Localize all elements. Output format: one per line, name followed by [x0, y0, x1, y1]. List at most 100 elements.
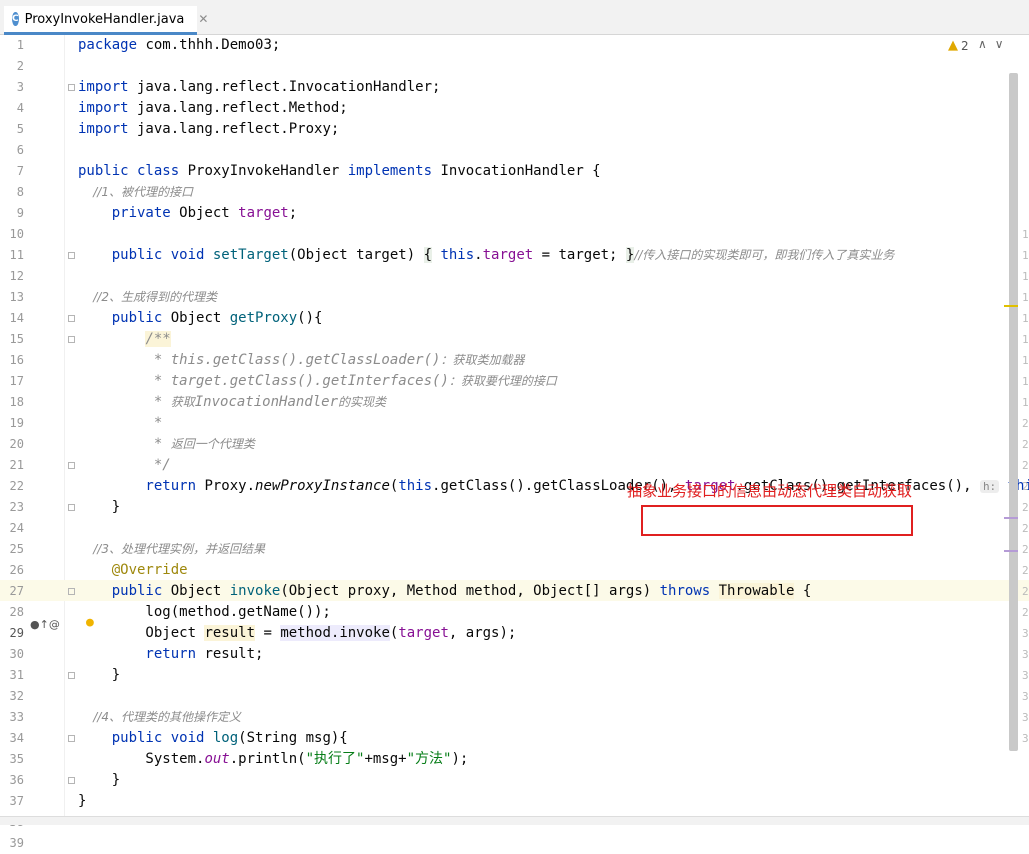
line-number: 32 [9, 689, 24, 703]
right-gutter-number: 2 [1022, 606, 1029, 619]
right-gutter-number: 2 [1022, 585, 1029, 598]
chevron-up-icon[interactable]: ∧ [978, 37, 995, 51]
code-line-18: * this.getClass().getClassLoader()：获取类加载… [78, 352, 525, 368]
line-number: 23 [9, 500, 24, 514]
line-number: 13 [9, 290, 24, 304]
right-gutter-number: 1 [1022, 333, 1029, 346]
right-gutter-number: 3 [1022, 711, 1029, 724]
fold-marker-icon[interactable] [68, 777, 75, 784]
line-number: 15 [9, 332, 24, 346]
warnings-indicator[interactable]: ▲ 2 [948, 38, 969, 53]
line-number: 9 [16, 206, 24, 220]
fold-marker-icon[interactable] [68, 336, 75, 343]
fold-marker-icon[interactable] [68, 735, 75, 742]
code-editor[interactable]: 1 2 3 4 5 6 7 8 9 10 11 12 13 14 15 16 17 18 19 20 21 22 23 24 2… [0, 35, 1029, 850]
right-gutter-number: 3 [1022, 648, 1029, 661]
line-number: 17 [9, 374, 24, 388]
line-number: 39 [9, 836, 24, 850]
chevron-down-icon[interactable]: ∨ [995, 37, 1012, 51]
line-number: 28 [9, 605, 24, 619]
code-line-25: } [78, 499, 121, 515]
code-line-30: log(method.getName()); [78, 604, 331, 620]
code-line-9: private Object target; [78, 205, 298, 221]
code-line-31: Object result = method.invoke(target, ar… [78, 625, 517, 641]
line-number: 11 [9, 248, 24, 262]
annotation-callout: 抽象业务接口的信息由动态代理类自动获取 [627, 482, 913, 500]
code-line-5: import java.lang.reflect.Proxy; [78, 121, 340, 137]
right-gutter-number: 3 [1022, 732, 1029, 745]
right-gutter-number: 2 [1022, 459, 1029, 472]
line-number: 35 [9, 752, 24, 766]
line-number: 22 [9, 479, 24, 493]
line-number: 37 [9, 794, 24, 808]
fold-marker-icon[interactable] [68, 462, 75, 469]
right-gutter-number: 2 [1022, 543, 1029, 556]
vertical-scrollbar[interactable] [1009, 73, 1018, 751]
code-line-8: //1、被代理的接口 [78, 185, 193, 199]
line-number: 16 [9, 353, 24, 367]
warning-stripe[interactable] [1004, 305, 1018, 307]
gutter-separator [64, 35, 65, 824]
code-line-15: //2、生成得到的代理类 [78, 290, 217, 304]
line-number: 33 [9, 710, 24, 724]
line-number: 31 [9, 668, 24, 682]
tab-proxyinvokehandler[interactable]: C ProxyInvokeHandler.java ✕ [4, 6, 208, 35]
line-number: 36 [9, 773, 24, 787]
close-icon[interactable]: ✕ [198, 12, 208, 26]
right-gutter-number: 2 [1022, 501, 1029, 514]
fold-marker-icon[interactable] [68, 504, 75, 511]
right-gutter-number: 1 [1022, 375, 1029, 388]
code-line-20: * 获取InvocationHandler的实现类 [78, 394, 387, 410]
code-line-35: //4、代理类的其他操作定义 [78, 710, 241, 724]
warning-icon: ▲ [948, 38, 958, 53]
code-line-28: @Override [78, 562, 188, 578]
code-line-39: } [78, 793, 87, 809]
java-class-icon: C [12, 12, 19, 26]
right-gutter-number: 1 [1022, 312, 1029, 325]
right-gutter-number: 2 [1022, 564, 1029, 577]
line-number: 2 [16, 59, 24, 73]
code-line-16: public Object getProxy(){ [78, 310, 323, 326]
code-line-23: */ [78, 457, 171, 473]
usage-stripe[interactable] [1004, 550, 1018, 552]
fold-marker-icon[interactable] [68, 588, 75, 595]
code-line-11: public void setTarget(Object target) { t… [78, 247, 895, 263]
fold-marker-icon[interactable] [68, 252, 75, 259]
right-gutter-number: 2 [1022, 522, 1029, 535]
code-line-3: import java.lang.reflect.InvocationHandl… [78, 79, 441, 95]
usage-stripe[interactable] [1004, 517, 1018, 519]
editor-tab-bar: C ProxyInvokeHandler.java ✕ [0, 0, 1029, 35]
right-gutter-number: 1 [1022, 354, 1029, 367]
problem-navigation[interactable]: ∧∨ [978, 37, 1012, 51]
fold-marker-icon[interactable] [68, 84, 75, 91]
line-number: 20 [9, 437, 24, 451]
line-number: 21 [9, 458, 24, 472]
fold-marker-icon[interactable] [68, 672, 75, 679]
line-number: 24 [9, 521, 24, 535]
code-line-21: * [78, 415, 163, 431]
annotation-highlight-box [641, 505, 913, 536]
code-line-4: import java.lang.reflect.Method; [78, 100, 348, 116]
line-number: 30 [9, 647, 24, 661]
code-line-33: } [78, 667, 121, 683]
code-line-22: * 返回一个代理类 [78, 436, 255, 452]
code-line-17: /** [145, 331, 171, 347]
line-number: 3 [16, 80, 24, 94]
right-gutter-number: 2 [1022, 438, 1029, 451]
right-gutter-number: 2 [1022, 417, 1029, 430]
line-number: 6 [16, 143, 24, 157]
line-number: 18 [9, 395, 24, 409]
fold-marker-icon[interactable] [68, 315, 75, 322]
code-line-36: public void log(String msg){ [78, 730, 348, 746]
gutter-icons-line29[interactable]: ●↑@ [30, 618, 60, 631]
line-number: 14 [9, 311, 24, 325]
line-number: 27 [9, 584, 24, 598]
right-gutter-number: 1 [1022, 228, 1029, 241]
param-hint: h: [979, 480, 1000, 493]
line-number: 12 [9, 269, 24, 283]
code-line-29: public Object invoke(Object proxy, Metho… [78, 583, 812, 599]
line-number: 4 [16, 101, 24, 115]
right-gutter-number: 1 [1022, 270, 1029, 283]
code-line-37: System.out.println("执行了"+msg+"方法"); [78, 751, 469, 767]
code-line-7: public class ProxyInvokeHandler implemen… [78, 163, 601, 179]
